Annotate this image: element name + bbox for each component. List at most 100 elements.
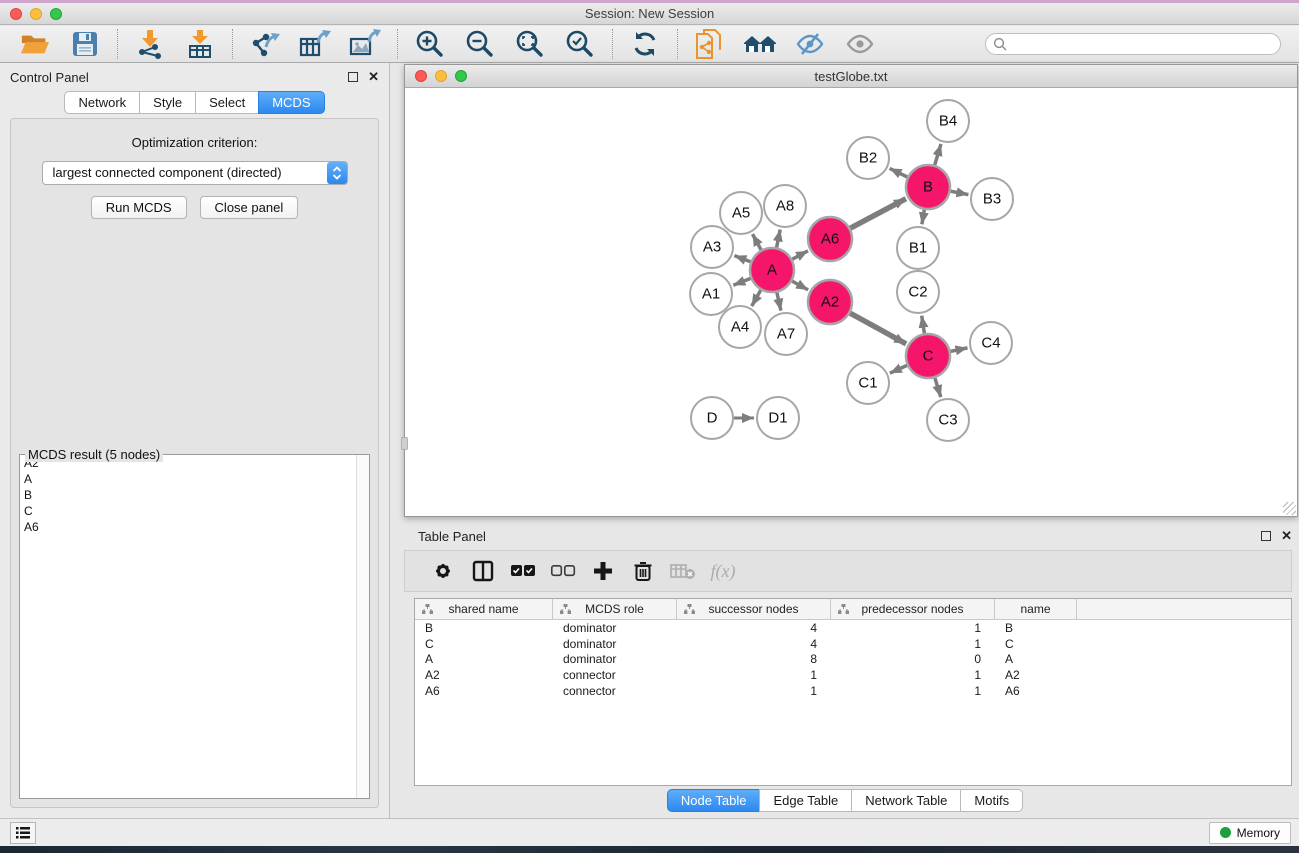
search-input[interactable]	[985, 33, 1281, 55]
tab-select[interactable]: Select	[195, 91, 259, 114]
tab-mcds[interactable]: MCDS	[258, 91, 324, 114]
toolbar-separator	[232, 29, 233, 59]
delete-row-trash-icon[interactable]	[623, 556, 663, 586]
graph-node-B3[interactable]: B3	[971, 178, 1013, 220]
zoom-out-icon[interactable]	[463, 28, 497, 60]
graph-node-B2[interactable]: B2	[847, 137, 889, 179]
svg-text:C3: C3	[938, 412, 957, 429]
graph-node-C3[interactable]: C3	[927, 399, 969, 441]
close-panel-icon[interactable]: ✕	[368, 72, 379, 82]
graph-node-C[interactable]: C	[906, 334, 950, 378]
table-settings-gear-icon[interactable]	[423, 556, 463, 586]
svg-text:C4: C4	[981, 335, 1000, 352]
table-tab-edge-table[interactable]: Edge Table	[759, 789, 852, 812]
float-table-panel-icon[interactable]	[1261, 531, 1271, 541]
open-file-icon[interactable]	[18, 28, 52, 60]
graph-node-C1[interactable]: C1	[847, 362, 889, 404]
graph-node-D[interactable]: D	[691, 397, 733, 439]
add-row-plus-icon[interactable]	[583, 556, 623, 586]
export-network-icon[interactable]	[248, 28, 282, 60]
app-titlebar: Session: New Session	[0, 3, 1299, 25]
criterion-dropdown[interactable]: largest connected component (directed)	[42, 161, 348, 185]
save-session-icon[interactable]	[68, 28, 102, 60]
close-table-panel-icon[interactable]: ✕	[1281, 531, 1292, 541]
graph-node-C2[interactable]: C2	[897, 271, 939, 313]
column-header-shared-name[interactable]: shared name	[415, 599, 553, 619]
svg-text:A4: A4	[731, 319, 749, 336]
table-tab-network-table[interactable]: Network Table	[851, 789, 961, 812]
svg-text:B4: B4	[939, 113, 957, 130]
graph-node-B4[interactable]: B4	[927, 100, 969, 142]
right-area: testGlobe.txt B4B2BB3A5A8A6A3B1AC2A1A2A4…	[391, 63, 1299, 818]
graph-node-A5[interactable]: A5	[720, 192, 762, 234]
refresh-icon[interactable]	[628, 28, 662, 60]
graph-node-A3[interactable]: A3	[691, 226, 733, 268]
show-all-eye-icon[interactable]	[843, 28, 877, 60]
tab-style[interactable]: Style	[139, 91, 196, 114]
svg-text:A6: A6	[821, 231, 839, 248]
task-history-list-icon[interactable]	[10, 822, 36, 844]
new-network-from-selection-icon[interactable]	[693, 28, 727, 60]
graph-node-B[interactable]: B	[906, 165, 950, 209]
graph-node-A7[interactable]: A7	[765, 313, 807, 355]
select-all-icon[interactable]	[503, 556, 543, 586]
zoom-selected-icon[interactable]	[563, 28, 597, 60]
show-columns-icon[interactable]	[463, 556, 503, 586]
edge-A-A1	[733, 278, 750, 285]
first-neighbors-home-icon[interactable]	[743, 28, 777, 60]
unselect-all-icon[interactable]	[543, 556, 583, 586]
graph-node-A2[interactable]: A2	[808, 280, 852, 324]
graph-node-A4[interactable]: A4	[719, 306, 761, 348]
import-network-icon[interactable]	[133, 28, 167, 60]
mcds-result-item[interactable]: A6	[20, 519, 369, 535]
edge-C-C4	[951, 348, 968, 352]
table-row[interactable]: Bdominator41B	[415, 620, 1291, 636]
table-tab-motifs[interactable]: Motifs	[960, 789, 1023, 812]
svg-text:B1: B1	[909, 240, 927, 257]
divider-grip-icon[interactable]	[401, 437, 408, 450]
close-panel-button[interactable]: Close panel	[200, 196, 299, 219]
graph-node-A[interactable]: A	[750, 248, 794, 292]
zoom-in-icon[interactable]	[413, 28, 447, 60]
table-row[interactable]: Adominator80A	[415, 652, 1291, 668]
table-tab-node-table[interactable]: Node Table	[667, 789, 761, 812]
mcds-result-list[interactable]: A2ABCA6	[20, 455, 369, 798]
network-graph[interactable]: B4 B2 B B3 A5A8 A6 A3 B1 A C2 A1 A2 A4 A7 C4 C C1 D D1 C3	[405, 88, 1297, 516]
graph-node-A8[interactable]: A8	[764, 185, 806, 227]
cell-MCDS-role: dominator	[553, 652, 677, 666]
graph-node-A6[interactable]: A6	[808, 217, 852, 261]
table-row[interactable]: Cdominator41C	[415, 636, 1291, 652]
cell-predecessor-nodes: 1	[831, 668, 995, 682]
column-header-successor-nodes[interactable]: successor nodes	[677, 599, 831, 619]
cell-predecessor-nodes: 1	[831, 637, 995, 651]
cell-name: A2	[995, 668, 1077, 682]
column-header-predecessor-nodes[interactable]: predecessor nodes	[831, 599, 995, 619]
graph-node-A1[interactable]: A1	[690, 273, 732, 315]
table-row[interactable]: A2connector11A2	[415, 667, 1291, 683]
mcds-result-item[interactable]: B	[20, 487, 369, 503]
mcds-result-scrollbar[interactable]	[356, 455, 369, 798]
graph-node-C4[interactable]: C4	[970, 322, 1012, 364]
zoom-fit-icon[interactable]	[513, 28, 547, 60]
column-header-name[interactable]: name	[995, 599, 1077, 619]
svg-text:C2: C2	[908, 284, 927, 301]
tab-network[interactable]: Network	[64, 91, 140, 114]
graph-node-D1[interactable]: D1	[757, 397, 799, 439]
export-table-icon[interactable]	[298, 28, 332, 60]
cell-shared-name: A	[415, 652, 553, 666]
hide-selected-eye-icon[interactable]	[793, 28, 827, 60]
edge-B-B2	[890, 168, 908, 177]
column-header-MCDS-role[interactable]: MCDS role	[553, 599, 677, 619]
run-mcds-button[interactable]: Run MCDS	[91, 196, 187, 219]
export-image-icon[interactable]	[348, 28, 382, 60]
float-panel-icon[interactable]	[348, 72, 358, 82]
node-table-header: shared nameMCDS rolesuccessor nodesprede…	[415, 599, 1291, 620]
mcds-result-item[interactable]: C	[20, 503, 369, 519]
table-tabs: Node TableEdge TableNetwork TableMotifs	[391, 789, 1299, 812]
resize-grip-icon[interactable]	[1283, 502, 1296, 515]
import-table-icon[interactable]	[183, 28, 217, 60]
table-row[interactable]: A6connector11A6	[415, 683, 1291, 699]
mcds-result-item[interactable]: A	[20, 471, 369, 487]
graph-node-B1[interactable]: B1	[897, 227, 939, 269]
memory-button[interactable]: Memory	[1209, 822, 1291, 844]
